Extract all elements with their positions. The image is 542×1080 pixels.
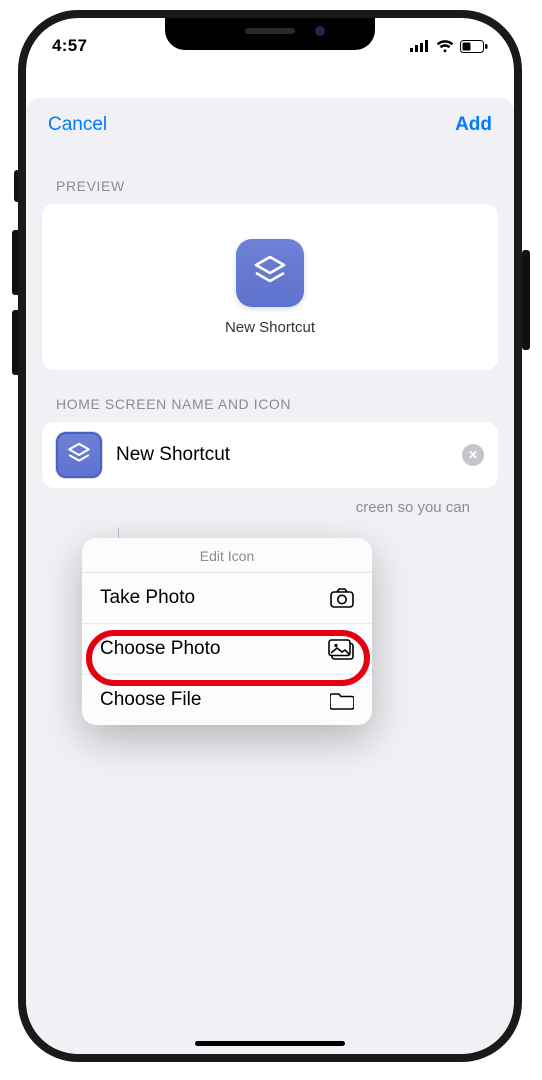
menu-item-label: Choose File — [100, 689, 201, 711]
home-indicator[interactable] — [195, 1041, 345, 1046]
screen: 4:57 Cancel Add PREVIEW — [26, 18, 514, 1054]
notch — [165, 18, 375, 50]
edit-icon-popover: Edit Icon Take Photo Choose Photo Choose… — [82, 538, 372, 725]
power-button — [522, 250, 530, 350]
menu-item-label: Choose Photo — [100, 638, 220, 660]
preview-app-icon — [236, 239, 304, 307]
popover-title: Edit Icon — [82, 538, 372, 573]
menu-item-choose-photo[interactable]: Choose Photo — [82, 623, 372, 674]
menu-item-take-photo[interactable]: Take Photo — [82, 573, 372, 623]
photo-library-icon — [328, 639, 354, 660]
add-button[interactable]: Add — [455, 114, 492, 136]
battery-icon — [460, 40, 488, 53]
cellular-icon — [410, 40, 430, 52]
menu-item-label: Take Photo — [100, 587, 195, 609]
shortcut-name-input[interactable] — [116, 444, 448, 466]
hint-text-partial: creen so you can — [26, 488, 514, 528]
folder-icon — [330, 691, 354, 710]
preview-card: New Shortcut — [42, 204, 498, 370]
shortcuts-icon — [65, 441, 93, 469]
wifi-icon — [436, 40, 454, 53]
status-time: 4:57 — [52, 36, 87, 56]
name-and-icon-card — [42, 422, 498, 488]
shortcuts-icon — [250, 253, 290, 293]
preview-label: New Shortcut — [225, 319, 315, 336]
preview-header: PREVIEW — [26, 152, 514, 204]
home-section-header: HOME SCREEN NAME AND ICON — [26, 370, 514, 422]
cancel-button[interactable]: Cancel — [48, 114, 107, 136]
shortcut-icon-button[interactable] — [56, 432, 102, 478]
device-frame: 4:57 Cancel Add PREVIEW — [18, 10, 522, 1062]
nav-bar: Cancel Add — [26, 98, 514, 152]
clear-text-button[interactable] — [462, 444, 484, 466]
menu-item-choose-file[interactable]: Choose File — [82, 674, 372, 725]
camera-icon — [330, 588, 354, 608]
